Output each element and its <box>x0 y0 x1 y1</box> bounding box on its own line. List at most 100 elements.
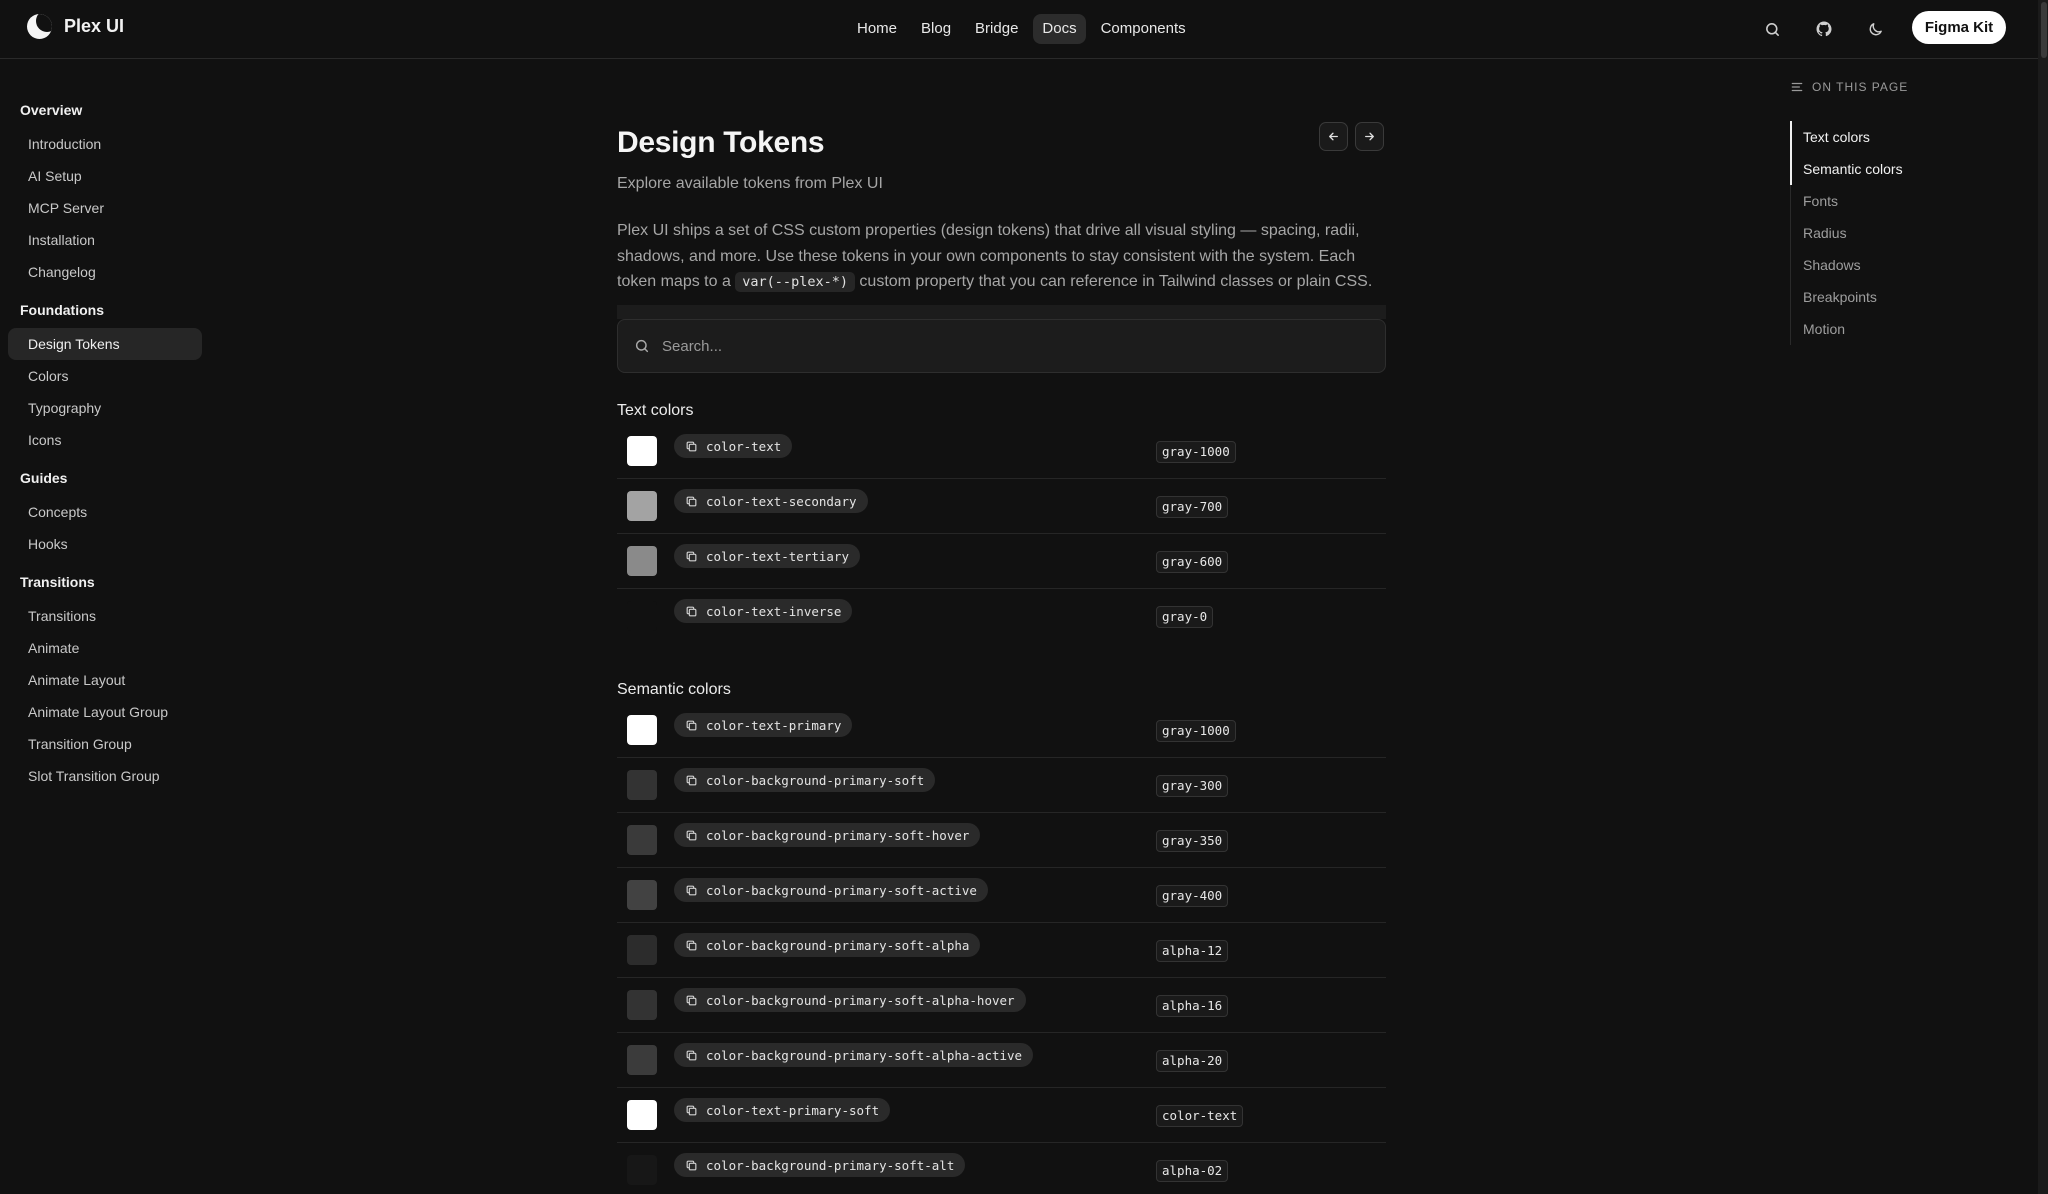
token-row: color-background-primary-soft-active gray… <box>617 868 1386 923</box>
nav-blog[interactable]: Blog <box>912 14 960 44</box>
token-row: color-background-primary-soft-alpha alpha… <box>617 923 1386 978</box>
token-row: color-text-inverse gray-0 <box>617 589 1386 644</box>
sidebar-item-colors[interactable]: Colors <box>8 360 202 392</box>
copy-icon <box>686 830 697 840</box>
sidebar-item-changelog[interactable]: Changelog <box>8 256 202 288</box>
copy-token-button[interactable]: color-text-tertiary <box>674 544 860 568</box>
page-pager <box>1319 122 1384 151</box>
token-value: color-text <box>1156 1105 1244 1127</box>
nav-docs[interactable]: Docs <box>1033 14 1086 44</box>
token-name: color-text-inverse <box>706 603 842 619</box>
sidebar-item-ai-setup[interactable]: AI Setup <box>8 160 202 192</box>
copy-icon <box>686 1160 697 1170</box>
sidebar-section-foundations: Foundations <box>20 302 104 318</box>
copy-token-button[interactable]: color-text-primary-soft <box>674 1098 891 1122</box>
token-name: color-background-primary-soft-alpha <box>706 937 970 953</box>
toc-item-radius[interactable]: Radius <box>1791 217 2010 249</box>
toc-item-breakpoints[interactable]: Breakpoints <box>1791 281 2010 313</box>
token-value: alpha-12 <box>1156 940 1229 962</box>
figma-kit-button[interactable]: Figma Kit <box>1912 11 2006 44</box>
sidebar-item-transitions[interactable]: Transitions <box>8 600 202 632</box>
token-value: gray-600 <box>1156 551 1229 573</box>
search-icon[interactable] <box>1760 17 1784 41</box>
group-title-text-colors: Text colors <box>617 402 694 419</box>
sidebar-section-guides: Guides <box>20 470 68 486</box>
sidebar-item-typography[interactable]: Typography <box>8 392 202 424</box>
sidebar-item-animate[interactable]: Animate <box>8 632 202 664</box>
sidebar-item-concepts[interactable]: Concepts <box>8 496 202 528</box>
copy-icon <box>686 995 697 1005</box>
token-row: color-text-primary gray-1000 <box>617 703 1386 758</box>
color-swatch <box>627 601 657 631</box>
token-row: color-text-primary-soft color-text <box>617 1088 1386 1143</box>
copy-icon <box>686 940 697 950</box>
on-this-page-toc: ON THIS PAGE Text colors Semantic colors… <box>1790 78 2010 345</box>
github-icon[interactable] <box>1812 17 1836 41</box>
top-nav: Home Blog Bridge Docs Components <box>848 14 1195 44</box>
token-list-text-colors: color-text gray-1000 color-text-secondary g… <box>617 424 1386 644</box>
token-value: alpha-20 <box>1156 1050 1229 1072</box>
toc-list: Text colors Semantic colors Fonts Radius… <box>1790 121 2010 345</box>
sidebar-item-hooks[interactable]: Hooks <box>8 528 202 560</box>
toc-item-fonts[interactable]: Fonts <box>1791 185 2010 217</box>
nav-home[interactable]: Home <box>848 14 906 44</box>
token-row: color-background-primary-soft-hover gray-… <box>617 813 1386 868</box>
copy-icon <box>686 775 697 785</box>
toc-active-indicator <box>1790 121 1792 185</box>
color-swatch <box>627 436 657 466</box>
token-value: gray-1000 <box>1156 720 1236 742</box>
copy-token-button[interactable]: color-background-primary-soft-alpha-acti… <box>674 1043 1034 1067</box>
sidebar-item-animate-layout[interactable]: Animate Layout <box>8 664 202 696</box>
token-name: color-background-primary-soft-alpha-hove… <box>706 992 1015 1008</box>
sidebar-item-slot-transition-group[interactable]: Slot Transition Group <box>8 760 202 792</box>
copy-token-button[interactable]: color-text-primary <box>674 713 853 737</box>
sidebar-item-design-tokens[interactable]: Design Tokens <box>8 328 202 360</box>
toc-item-semantic-colors[interactable]: Semantic colors <box>1791 153 2010 185</box>
token-row: color-background-primary-soft-alt alpha-0… <box>617 1143 1386 1194</box>
color-swatch <box>627 825 657 855</box>
copy-token-button[interactable]: color-background-primary-soft-alpha-hove… <box>674 988 1026 1012</box>
next-page-button[interactable] <box>1355 122 1384 151</box>
token-name: color-background-primary-soft-active <box>706 882 977 898</box>
toc-item-motion[interactable]: Motion <box>1791 313 2010 345</box>
prev-page-button[interactable] <box>1319 122 1348 151</box>
sidebar-item-transition-group[interactable]: Transition Group <box>8 728 202 760</box>
sidebar-item-introduction[interactable]: Introduction <box>8 128 202 160</box>
copy-token-button[interactable]: color-text <box>674 434 793 458</box>
sidebar-item-icons[interactable]: Icons <box>8 424 202 456</box>
copy-token-button[interactable]: color-background-primary-soft-alt <box>674 1153 966 1177</box>
copy-icon <box>686 551 697 561</box>
copy-token-button[interactable]: color-text-inverse <box>674 599 853 623</box>
color-swatch <box>627 1100 657 1130</box>
copy-icon <box>686 1105 697 1115</box>
copy-token-button[interactable]: color-background-primary-soft <box>674 768 936 792</box>
sidebar-item-animate-layout-group[interactable]: Animate Layout Group <box>8 696 202 728</box>
token-search-input[interactable] <box>662 337 1262 355</box>
copy-token-button[interactable]: color-background-primary-soft-active <box>674 878 988 902</box>
group-title-semantic-colors: Semantic colors <box>617 681 731 698</box>
token-name: color-background-primary-soft-alpha-acti… <box>706 1047 1023 1063</box>
copy-token-button[interactable]: color-text-secondary <box>674 489 868 513</box>
moon-icon[interactable] <box>1863 17 1887 41</box>
brand-link[interactable]: Plex UI <box>27 14 124 39</box>
token-row: color-background-primary-soft gray-300 <box>617 758 1386 813</box>
copy-token-button[interactable]: color-background-primary-soft-alpha <box>674 933 981 957</box>
token-value: gray-0 <box>1156 606 1214 628</box>
nav-components[interactable]: Components <box>1092 14 1195 44</box>
nav-bridge[interactable]: Bridge <box>966 14 1027 44</box>
token-value: gray-300 <box>1156 775 1229 797</box>
sidebar-section-transitions: Transitions <box>20 574 95 590</box>
intro-code: var(--plex-*) <box>735 272 855 292</box>
color-swatch <box>627 1155 657 1185</box>
token-search[interactable] <box>617 319 1386 373</box>
token-value: gray-700 <box>1156 496 1229 518</box>
toc-item-text-colors[interactable]: Text colors <box>1791 121 2010 153</box>
copy-token-button[interactable]: color-background-primary-soft-hover <box>674 823 981 847</box>
copy-icon <box>686 606 697 616</box>
page-scrollbar-thumb[interactable] <box>2041 2 2047 58</box>
sidebar-item-mcp-server[interactable]: MCP Server <box>8 192 202 224</box>
token-name: color-background-primary-soft <box>706 772 925 788</box>
page-scrollbar[interactable] <box>2038 0 2048 1194</box>
toc-item-shadows[interactable]: Shadows <box>1791 249 2010 281</box>
sidebar-item-installation[interactable]: Installation <box>8 224 202 256</box>
